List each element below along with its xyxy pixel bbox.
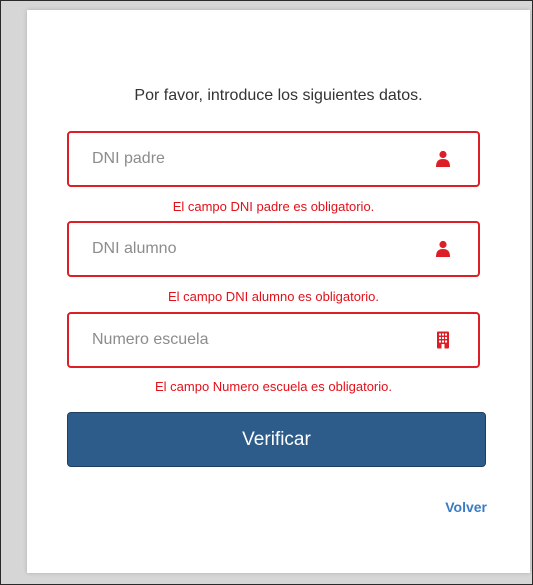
verify-button[interactable]: Verificar xyxy=(67,412,486,467)
numero-escuela-error: El campo Numero escuela es obligatorio. xyxy=(154,379,392,394)
user-icon xyxy=(436,240,450,257)
dni-padre-input[interactable] xyxy=(69,133,429,185)
dni-padre-field[interactable] xyxy=(67,131,480,187)
form-card: Por favor, introduce los siguientes dato… xyxy=(27,10,530,573)
back-link[interactable]: Volver xyxy=(445,499,487,515)
form-instructions: Por favor, introduce los siguientes dato… xyxy=(134,87,423,104)
dni-padre-error: El campo DNI padre es obligatorio. xyxy=(172,199,375,214)
building-icon xyxy=(437,331,449,349)
numero-escuela-input[interactable] xyxy=(69,314,429,366)
dni-alumno-input[interactable] xyxy=(69,223,429,275)
window-frame: Por favor, introduce los siguientes dato… xyxy=(0,0,533,585)
numero-escuela-field[interactable] xyxy=(67,312,480,368)
user-icon xyxy=(436,150,450,167)
dni-alumno-field[interactable] xyxy=(67,221,480,277)
dni-alumno-error: El campo DNI alumno es obligatorio. xyxy=(168,289,379,304)
